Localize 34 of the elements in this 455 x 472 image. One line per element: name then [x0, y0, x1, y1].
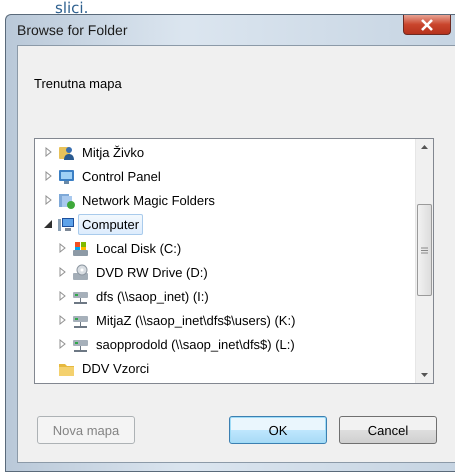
- tree-item[interactable]: dfs (\\saop_inet) (I:): [92, 286, 213, 306]
- tree-item[interactable]: Control Panel: [78, 166, 165, 186]
- expand-arrow-icon[interactable]: [43, 195, 53, 205]
- expand-arrow-icon[interactable]: [57, 339, 67, 349]
- network-folder-icon: [58, 192, 75, 208]
- tree-item[interactable]: Mitja Živko: [78, 142, 148, 162]
- caption-text: slici.: [55, 0, 90, 14]
- tree-item[interactable]: Computer: [78, 214, 144, 234]
- hard-drive-icon: [72, 240, 89, 256]
- expand-arrow-icon[interactable]: [57, 315, 67, 325]
- computer-icon: [58, 216, 75, 232]
- close-button[interactable]: [403, 15, 451, 35]
- collapse-arrow-icon[interactable]: [43, 219, 53, 229]
- expand-arrow-icon[interactable]: [57, 267, 67, 277]
- scroll-thumb[interactable]: [417, 204, 432, 296]
- scrollbar[interactable]: [415, 139, 433, 383]
- description-text: Trenutna mapa: [34, 76, 122, 91]
- window-title: Browse for Folder: [17, 22, 128, 38]
- tree-item[interactable]: Network Magic Folders: [78, 190, 219, 210]
- tree-item[interactable]: DVD RW Drive (D:): [92, 262, 212, 282]
- dialog-button[interactable]: Cancel: [339, 416, 437, 444]
- expand-arrow-icon[interactable]: [57, 243, 67, 253]
- control-panel-icon: [58, 168, 75, 184]
- expand-arrow-icon[interactable]: [43, 147, 53, 157]
- tree-item[interactable]: saopprodold (\\saop_inet\dfs$) (L:): [92, 334, 299, 354]
- tree-item[interactable]: DDV Vzorci: [78, 358, 154, 378]
- grip-icon: [421, 246, 428, 254]
- tree-item[interactable]: MitjaZ (\\saop_inet\dfs$\users) (K:): [92, 310, 300, 330]
- expand-arrow-icon[interactable]: [57, 291, 67, 301]
- tree-item[interactable]: Local Disk (C:): [92, 238, 186, 258]
- expand-arrow-icon[interactable]: [43, 171, 53, 181]
- dialog-button[interactable]: OK: [229, 416, 327, 444]
- close-icon: [420, 18, 434, 30]
- disc-drive-icon: [72, 264, 89, 280]
